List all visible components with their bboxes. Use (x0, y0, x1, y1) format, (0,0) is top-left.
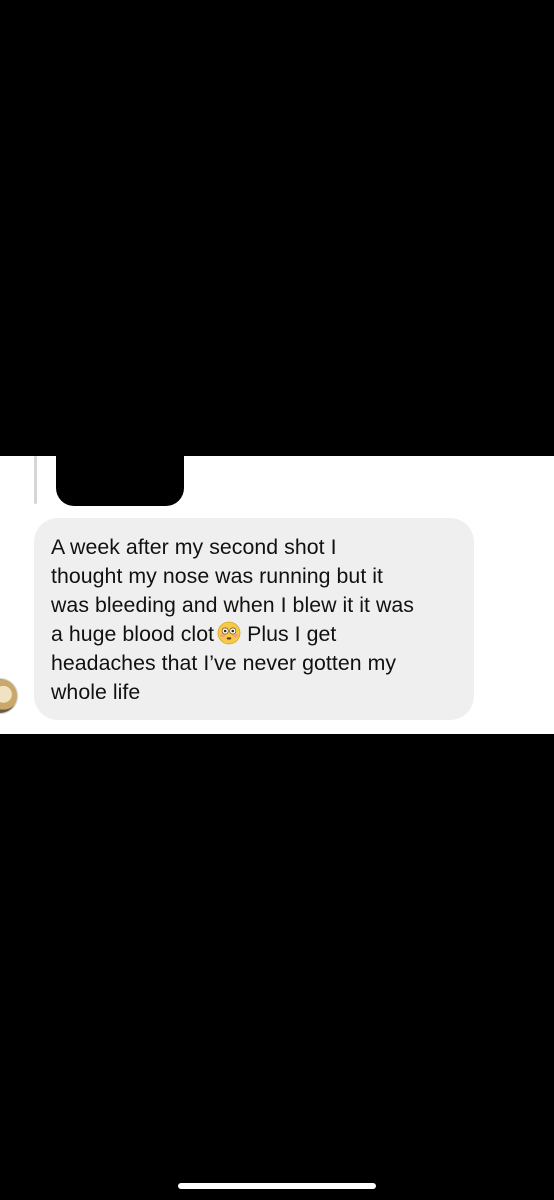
redacted-area-top (0, 0, 554, 456)
message-line-2: thought my nose was running but it (51, 564, 383, 588)
message-line-3: was bleeding and when I blew it it was (51, 593, 414, 617)
redacted-message-bubble (56, 456, 184, 506)
flushed-face-emoji-icon (217, 621, 241, 645)
message-text: A week after my second shot I thought my… (51, 533, 460, 707)
message-line-4a: a huge blood clot (51, 622, 215, 646)
home-indicator[interactable] (178, 1183, 376, 1189)
message-line-4b: Plus I get (247, 622, 337, 646)
received-message-bubble[interactable]: A week after my second shot I thought my… (34, 518, 474, 720)
message-line-1: A week after my second shot I (51, 535, 337, 559)
message-line-6: whole life (51, 680, 141, 704)
redacted-area-bottom (0, 734, 554, 1200)
chat-thread: A week after my second shot I thought my… (0, 456, 554, 734)
message-line-5: headaches that I’ve never gotten my (51, 651, 397, 675)
avatar[interactable] (0, 678, 18, 714)
reply-indicator-line (34, 456, 37, 504)
